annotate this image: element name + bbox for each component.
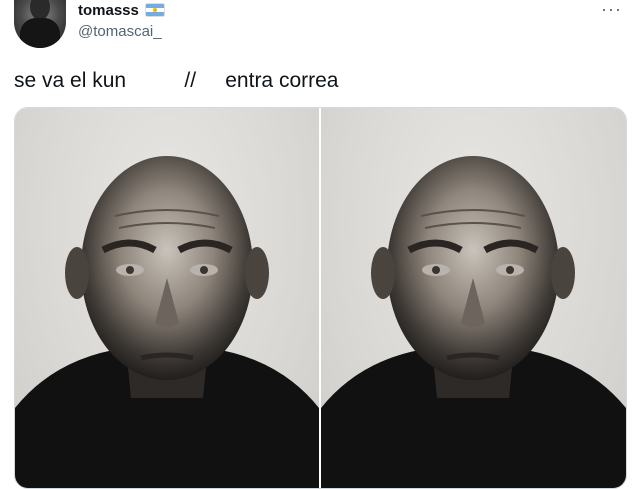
media-photo-left[interactable]	[15, 108, 319, 488]
user-display-name[interactable]: tomasss	[78, 2, 139, 20]
tweet-text: se va el kun // entra correa	[14, 69, 339, 92]
tweet-media[interactable]	[14, 107, 627, 489]
avatar[interactable]	[14, 0, 66, 48]
media-photo-right[interactable]	[321, 108, 626, 488]
user-handle[interactable]: @tomascai_	[78, 23, 162, 41]
more-options-icon[interactable]: ···	[601, 0, 622, 18]
argentina-flag-icon	[146, 4, 164, 16]
